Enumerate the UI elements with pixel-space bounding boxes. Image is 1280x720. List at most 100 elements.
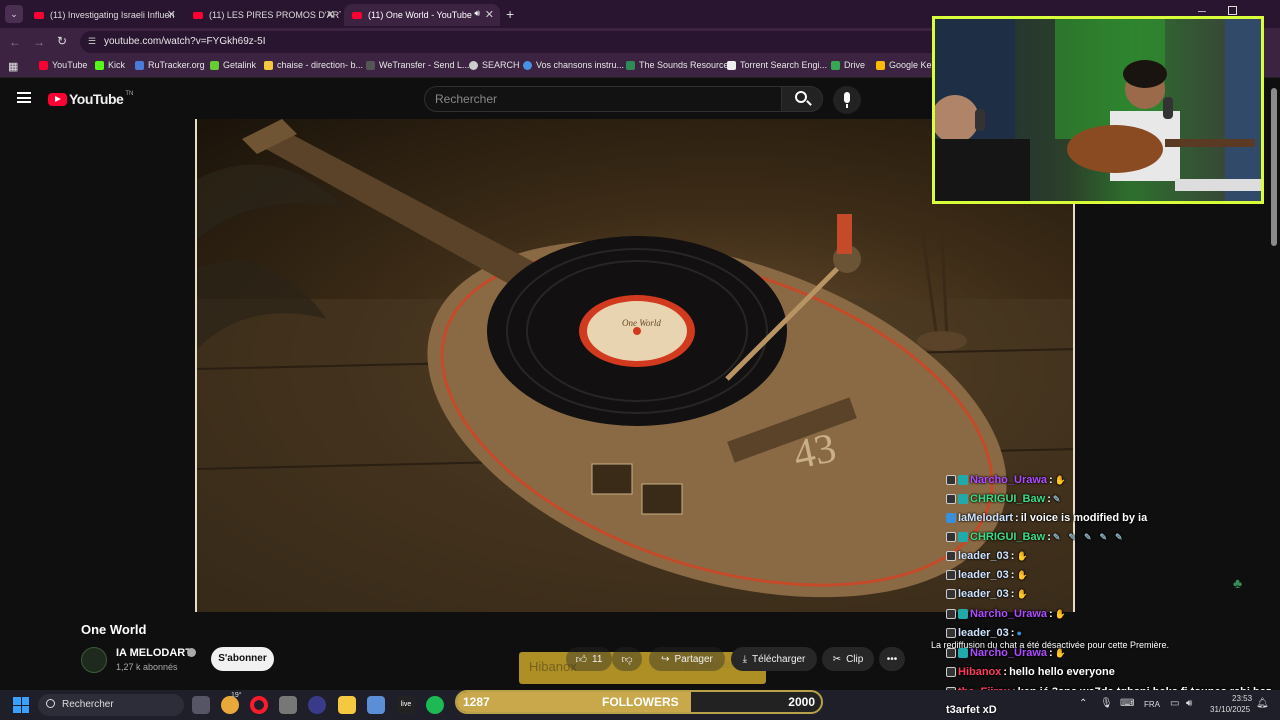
language-indicator[interactable]: FRA [1144,700,1160,709]
tab-label: (11) One World - YouTube [368,10,472,20]
task-view-icon[interactable] [192,696,210,714]
page-scrollbar[interactable] [1271,88,1277,246]
back-icon[interactable]: ← [9,35,21,49]
clock-time[interactable]: 23:53 [1232,694,1252,703]
bookmark-sounds-resource[interactable]: The Sounds Resource [626,60,729,70]
close-tab-icon[interactable]: ✕ [485,8,494,21]
youtube-favicon-icon [193,11,203,19]
live-app-icon[interactable]: live [397,696,415,714]
microphone-tray-icon[interactable]: 🎙︎ [1100,698,1113,709]
new-tab-button[interactable]: + [506,6,514,22]
search-input[interactable]: Rechercher [424,86,782,112]
tab-label: (11) LES PIRES PROMOS D'ARTI [209,10,341,20]
chat-username: leader_03 [958,588,1009,600]
bookmark-torrent-search[interactable]: Torrent Search Engi... [727,60,827,70]
channel-name[interactable]: IA MELODART [116,647,192,659]
moderator-badge-icon [946,589,956,599]
tray-chevron-icon[interactable]: ⌃ [1079,698,1087,709]
bookmark-wetransfer[interactable]: WeTransfer - Send L... [366,60,470,70]
xbox-icon[interactable] [308,696,326,714]
url-text: youtube.com/watch?v=FYGkh69z-5I [104,36,266,47]
emote-icon: ✋ [1054,474,1066,485]
app-icon[interactable] [279,696,297,714]
voice-search-button[interactable] [833,86,861,114]
emote-icon: ✋ [1016,569,1028,580]
browser-tab[interactable]: (11) LES PIRES PROMOS D'ARTI ✕ [185,4,341,26]
file-explorer-icon[interactable] [338,696,356,714]
reload-icon[interactable]: ↻ [57,34,67,48]
bookmark-search[interactable]: SEARCH [469,60,520,70]
subscriber-count: 1,27 k abonnés [116,662,178,672]
webcam-feed [935,19,1261,201]
youtube-icon [39,60,48,70]
clock-date[interactable]: 31/10/2025 [1210,705,1250,714]
spotify-icon[interactable] [426,696,444,714]
sounds-resource-icon [626,60,635,70]
share-label: Partager [674,653,713,665]
record-label-text: One World [622,318,661,328]
chat-message: CHRIGUI_Baw : ✎✎✎✎✎ [946,531,1131,543]
search-button[interactable] [781,86,823,112]
opera-icon[interactable] [250,696,268,714]
more-horizontal-icon: ••• [886,653,898,665]
forward-icon[interactable]: → [33,35,45,49]
moderator-badge-icon [946,609,956,619]
tab-label: (11) Investigating Israeli Influen [50,10,175,20]
moderator-badge-icon [946,570,956,580]
chat-message: leader_03 : ✋ [946,569,1028,581]
bookmark-google-keep[interactable]: Google Kee [876,60,937,70]
chat-username: Narcho_Urawa [970,647,1048,659]
taskbar-search[interactable]: Rechercher [38,694,184,716]
share-button[interactable]: ↪ Partager [649,647,725,671]
network-icon[interactable]: ▭ [1170,698,1179,709]
photos-icon[interactable] [367,696,385,714]
microphone-icon [844,92,850,103]
video-title: One World [81,622,147,637]
dislike-button[interactable]: 👎︎ [612,647,642,671]
chat-text: il voice is modified by ia [1020,512,1148,524]
chat-username: leader_03 [958,569,1009,581]
browser-tab[interactable]: (11) Investigating Israeli Influen ✕ [26,4,182,26]
volume-icon[interactable]: 🔊︎ [1186,698,1192,709]
emote-icon: ● [1016,628,1022,638]
keyboard-tray-icon[interactable]: ⌨ [1120,698,1134,709]
channel-avatar[interactable] [81,647,107,673]
bookmark-youtube[interactable]: YouTube [39,60,87,70]
subscriber-badge-icon [958,532,968,542]
browser-tab-active[interactable]: (11) One World - YouTube 🔊︎ ✕ [344,4,500,26]
drive-icon [831,60,840,70]
youtube-logo[interactable]: YouTube TN [48,91,133,107]
apps-icon[interactable]: ▦ [8,60,18,73]
subscribe-button[interactable]: S'abonner [211,647,274,671]
bookmark-drive[interactable]: Drive [831,60,865,70]
like-button[interactable]: 👍︎ 11 [566,647,612,671]
chat-username: IaMelodart [958,512,1014,524]
notification-bell-icon[interactable]: 🔔︎ [1256,698,1269,709]
chat-message: CHRIGUI_Baw : ✎ [946,493,1060,505]
close-tab-icon[interactable]: ✕ [326,8,335,21]
clip-button[interactable]: ✂ Clip [822,647,874,671]
bookmark-chaise[interactable]: chaise - direction- b... [264,60,363,70]
chat-message: leader_03 : ● [946,627,1022,639]
download-button[interactable]: ⤓ Télécharger [731,647,817,671]
emote-icon: ✎ [1052,493,1061,504]
bookmark-rutracker[interactable]: RuTracker.org [135,60,205,70]
chat-message: leader_03 : ✋ [946,588,1028,600]
windows-start-icon[interactable] [13,697,29,713]
site-info-icon[interactable]: ☰ [88,36,96,47]
maximize-window-icon[interactable] [1228,6,1237,15]
more-actions-button[interactable]: ••• [879,647,905,671]
bookmark-kick[interactable]: Kick [95,60,125,70]
broadcaster-badge-icon [946,513,956,523]
audio-playing-icon[interactable]: 🔊︎ [474,8,480,19]
close-tab-icon[interactable]: ✕ [167,8,176,21]
menu-icon[interactable] [17,92,31,103]
moderator-badge-icon [946,551,956,561]
followers-goal: 2000 [788,695,815,709]
bookmark-vos-chansons[interactable]: Vos chansons instru... [523,60,624,70]
tab-search-button[interactable]: ⌄ [5,5,23,23]
address-bar[interactable]: ☰ youtube.com/watch?v=FYGkh69z-5I [80,31,980,53]
youtube-favicon-icon [352,11,362,19]
moderator-badge-icon [946,475,956,485]
bookmark-getalink[interactable]: Getalink [210,60,256,70]
